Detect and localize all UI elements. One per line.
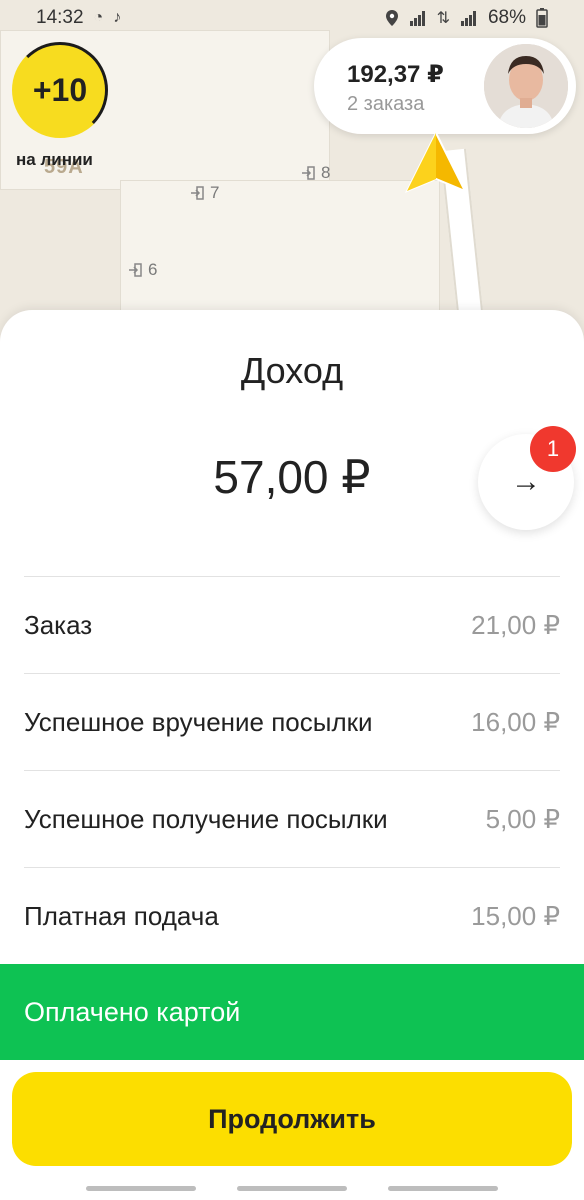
payment-status-text: Оплачено картой: [24, 996, 241, 1027]
data-transfer-icon: ⇅: [436, 10, 450, 27]
activity-rating-badge[interactable]: +10: [12, 42, 108, 138]
location-icon: [385, 10, 398, 26]
battery-icon: [536, 8, 548, 28]
income-item-label: Заказ: [24, 609, 93, 640]
earnings-summary-pill[interactable]: 192,37 ₽ 2 заказа: [314, 38, 576, 134]
battery-percentage: 68%: [487, 7, 526, 28]
notification-icon: ◔: [93, 9, 104, 26]
status-bar: 14:32 ◔ ♪ ⇅ 68%: [0, 0, 584, 36]
payment-status-bar: Оплачено картой: [0, 964, 584, 1060]
list-item: Заказ 21,00 ₽: [24, 576, 560, 673]
map-entrance-marker: 7: [190, 183, 219, 203]
income-breakdown-list: Заказ 21,00 ₽ Успешное вручение посылки …: [24, 576, 560, 964]
map-entrance-marker: 6: [128, 260, 157, 280]
entrance-number: 8: [321, 163, 331, 182]
entrance-icon: [191, 186, 204, 200]
income-item-value: 16,00 ₽: [471, 706, 560, 737]
income-bottom-sheet: Доход 57,00 ₽ → 1 Заказ 21,00 ₽ Успешное…: [0, 310, 584, 1200]
income-item-value: 15,00 ₽: [471, 900, 560, 931]
entrance-icon: [302, 166, 315, 180]
status-time: 14:32: [36, 7, 84, 28]
list-item: Успешное вручение посылки 16,00 ₽: [24, 673, 560, 770]
gesture-bar[interactable]: [388, 1186, 498, 1191]
arrow-right-icon: →: [511, 465, 541, 498]
navigation-arrow-icon: [404, 130, 468, 193]
orders-count: 2 заказа: [347, 93, 425, 115]
map-building: [120, 180, 440, 330]
sheet-title: Доход: [240, 350, 344, 391]
entrance-icon: [129, 263, 142, 277]
online-status-label: на линии: [16, 150, 93, 169]
gesture-bar[interactable]: [86, 1186, 196, 1191]
earnings-amount: 192,37 ₽: [347, 61, 444, 88]
map-entrance-marker: 8: [301, 163, 330, 183]
gesture-bar[interactable]: [237, 1186, 347, 1191]
list-item: Платная подача 15,00 ₽: [24, 867, 560, 964]
activity-rating-value: +10: [32, 71, 88, 108]
music-note-icon: ♪: [113, 9, 122, 26]
continue-button[interactable]: Продолжить: [12, 1072, 572, 1166]
entrance-number: 6: [148, 260, 158, 279]
income-item-value: 5,00 ₽: [485, 803, 560, 834]
list-item: Успешное получение посылки 5,00 ₽: [24, 770, 560, 867]
entrance-number: 7: [210, 183, 220, 202]
user-photo: [484, 44, 568, 128]
signal-icon: [460, 11, 476, 26]
notification-badge: 1: [530, 426, 576, 472]
income-item-label: Успешное вручение посылки: [24, 706, 373, 737]
income-item-value: 21,00 ₽: [471, 609, 560, 640]
signal-icon: [409, 11, 425, 26]
income-item-label: Успешное получение посылки: [24, 803, 388, 834]
income-item-label: Платная подача: [24, 900, 219, 931]
avatar[interactable]: [484, 44, 568, 128]
